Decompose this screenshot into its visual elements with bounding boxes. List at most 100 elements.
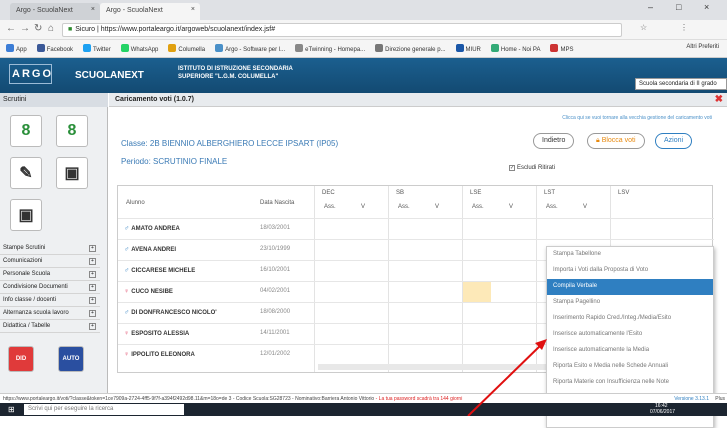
actions-menu-item[interactable]: Inserisce automaticamente l'Esito xyxy=(547,327,713,343)
student-name: ♀ ESPOSITO ALESSIA xyxy=(124,330,189,337)
status-bar: https://www.portaleargo.it/voti/?classe&… xyxy=(0,393,727,403)
actions-menu-item[interactable]: Stampa Pagellino xyxy=(547,295,713,311)
auto-tile-icon[interactable]: AUTO xyxy=(58,346,84,372)
back-button[interactable]: Indietro xyxy=(533,133,575,149)
grades-class-tile-icon[interactable]: 8 xyxy=(56,115,88,147)
minimize-icon[interactable]: – xyxy=(648,2,653,12)
bookmark-item[interactable]: MPS xyxy=(550,44,573,53)
bookmark-item[interactable]: Facebook xyxy=(36,44,73,53)
bookmark-icon xyxy=(6,44,14,52)
argo-logo: ARGO xyxy=(9,64,52,84)
actions-button[interactable]: Azioni xyxy=(655,133,693,149)
report-tile-icon[interactable]: ▣ xyxy=(10,199,42,231)
student-name: ♂ DI DONFRANCESCO NICOLO' xyxy=(124,309,217,316)
female-icon: ♀ xyxy=(124,288,130,295)
actions-menu-item[interactable]: Inserimento Rapido Cred./Integ./Media/Es… xyxy=(547,311,713,327)
star-icon[interactable]: ☆ xyxy=(640,23,647,32)
table-row[interactable]: ♂ AMATO ANDREA 18/03/2001 xyxy=(118,218,714,238)
birth-date: 18/03/2001 xyxy=(260,225,291,231)
reload-icon[interactable]: ↻ xyxy=(34,23,42,34)
pencil-tile-icon[interactable]: ✎ xyxy=(10,157,42,189)
bookmark-label: MPS xyxy=(560,47,574,53)
browser-tab-active[interactable]: Argo - ScuolaNext × xyxy=(100,3,200,20)
checkbox-icon: ✓ xyxy=(509,165,515,171)
sidebar-menu-item[interactable]: Condivisione Documenti + xyxy=(0,282,100,294)
windows-start-icon[interactable]: ⊞ xyxy=(8,405,15,414)
bookmark-item[interactable]: Direzione generale p... xyxy=(375,44,446,53)
school-select-value: Scuola secondaria di II grado xyxy=(639,81,717,87)
sidebar-menu-item[interactable]: Stampe Scrutini + xyxy=(0,243,100,255)
close-panel-icon[interactable]: ✖ xyxy=(715,94,723,105)
expand-icon[interactable]: + xyxy=(89,310,96,317)
taskbar-search[interactable]: Scrivi qui per eseguire la ricerca xyxy=(24,404,184,415)
home-icon[interactable]: ⌂ xyxy=(48,23,54,34)
edit-tile-icon[interactable]: ▣ xyxy=(56,157,88,189)
highlighted-cell[interactable] xyxy=(463,282,491,302)
bookmark-item[interactable]: eTwinning - Homepa... xyxy=(295,44,365,53)
expand-icon[interactable]: + xyxy=(89,245,96,252)
bookmark-item[interactable]: App xyxy=(6,44,27,53)
actions-menu-item[interactable]: Riporta Esito e Media nelle Schede Annua… xyxy=(547,359,713,375)
plus-label: Plus xyxy=(715,396,725,402)
expand-icon[interactable]: + xyxy=(89,323,96,330)
expand-icon[interactable]: + xyxy=(89,271,96,278)
bookmark-icon xyxy=(168,44,177,52)
actions-menu-item[interactable]: Importa i Voti dalla Proposta di Voto xyxy=(547,263,713,279)
exclude-withdrawn-checkbox[interactable]: ✓ Escludi Ritirati xyxy=(509,165,555,171)
sidebar-menu-item[interactable]: Info classe / docenti + xyxy=(0,295,100,307)
lock-label: Blocca voti xyxy=(601,137,636,144)
url-text: https://www.portaleargo.it/argoweb/scuol… xyxy=(100,26,276,33)
bookmark-item[interactable]: Columella xyxy=(168,44,205,53)
bookmark-item[interactable]: Home - Noi PA xyxy=(490,44,540,53)
expand-icon[interactable]: + xyxy=(89,297,96,304)
main-panel: Caricamento voti (1.0.7) ✖ Clicca qui se … xyxy=(109,93,727,428)
bookmark-icon xyxy=(550,44,559,52)
actions-menu-item[interactable]: Stampa Tabellone xyxy=(547,247,713,263)
bookmark-item[interactable]: MIUR xyxy=(455,44,481,53)
browser-tab[interactable]: Argo - ScuolaNext × xyxy=(10,3,100,20)
didup-tile-icon[interactable]: DID xyxy=(8,346,34,372)
actions-menu-item[interactable]: Riporta Materie con Insufficienza nelle … xyxy=(547,375,713,391)
lock-grades-button[interactable]: 🔒︎ Blocca voti xyxy=(587,133,645,149)
female-icon: ♀ xyxy=(124,351,130,358)
birth-date: 16/10/2001 xyxy=(260,267,291,273)
bookmark-icon xyxy=(215,44,224,52)
sidebar-menu-item[interactable]: Personale Scuola + xyxy=(0,269,100,281)
bookmark-item[interactable]: Argo - Software per l... xyxy=(215,44,285,53)
student-name-text: DI DONFRANCESCO NICOLO' xyxy=(131,310,217,316)
menu-icon[interactable]: ⋮ xyxy=(680,23,688,32)
subject-header: SB xyxy=(396,190,405,196)
actions-menu-item[interactable]: Inserisce automaticamente la Media xyxy=(547,343,713,359)
tab-label: Argo - ScuolaNext xyxy=(106,7,163,14)
bookmark-item[interactable]: Twitter xyxy=(83,44,111,53)
back-icon[interactable]: ← xyxy=(6,23,16,34)
app-name: SCUOLANEXT xyxy=(75,70,144,81)
grades-tile-icon[interactable]: 8 xyxy=(10,115,42,147)
actions-menu-item[interactable]: Compila Verbale xyxy=(547,279,713,295)
expand-icon[interactable]: + xyxy=(89,284,96,291)
clock-date: 07/06/2017 xyxy=(650,409,676,415)
close-window-icon[interactable]: × xyxy=(704,2,709,12)
bookmark-icon xyxy=(295,44,304,52)
other-bookmarks[interactable]: Altri Preferiti xyxy=(686,44,719,50)
sidebar-title-text: Scrutini xyxy=(3,96,27,103)
panel-title-text: Caricamento voti (1.0.7) xyxy=(115,96,194,103)
url-input[interactable]: ■ Sicuro | https://www.portaleargo.it/arg… xyxy=(62,23,622,37)
close-tab-icon[interactable]: × xyxy=(191,6,195,13)
expand-icon[interactable]: + xyxy=(89,258,96,265)
sidebar-menu-item[interactable]: Comunicazioni + xyxy=(0,256,100,268)
sidebar-menu-item[interactable]: Alternanza scuola lavoro + xyxy=(0,308,100,320)
close-tab-icon[interactable]: × xyxy=(91,6,95,13)
bookmark-item[interactable]: WhatsApp xyxy=(120,44,158,53)
student-name-text: IPPOLITO ELEONORA xyxy=(131,352,195,358)
forward-icon[interactable]: → xyxy=(20,23,30,34)
maximize-icon[interactable]: □ xyxy=(676,2,681,12)
subject-header: LST xyxy=(544,190,556,196)
sidebar-menu-item[interactable]: Didattica / Tabelle + xyxy=(0,321,100,333)
bookmark-label: MIUR xyxy=(465,47,481,53)
version-link[interactable]: Versione 3.13.1 xyxy=(674,396,709,402)
birth-date: 12/01/2002 xyxy=(260,351,291,357)
old-version-link[interactable]: Clicca qui se vuoi tornare alla vecchia … xyxy=(562,115,712,121)
school-select[interactable]: Scuola secondaria di II grado xyxy=(635,78,727,90)
sub-column-header: V xyxy=(509,204,514,210)
